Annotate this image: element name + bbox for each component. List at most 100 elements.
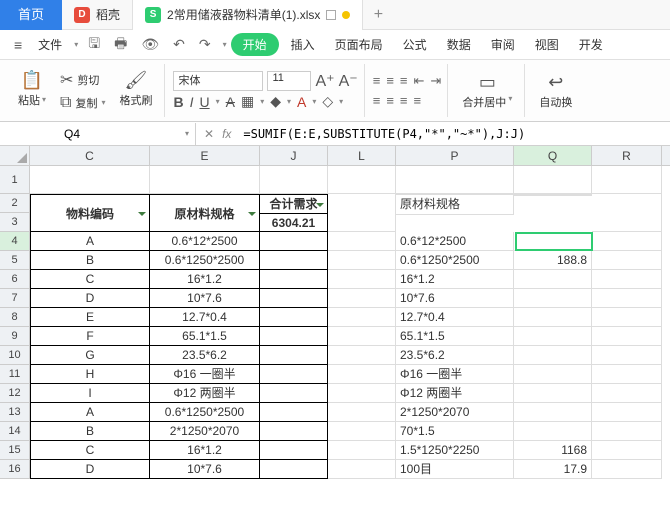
cell[interactable] <box>514 384 592 403</box>
cell[interactable] <box>328 270 396 289</box>
row-header[interactable]: 1 <box>0 166 30 194</box>
new-tab-button[interactable]: + <box>363 6 393 24</box>
cell[interactable]: 16*1.2 <box>396 270 514 289</box>
cell[interactable] <box>592 232 662 251</box>
cell[interactable]: 23.5*6.2 <box>396 346 514 365</box>
cell[interactable] <box>592 194 662 232</box>
cell[interactable] <box>514 270 592 289</box>
print-preview-icon[interactable]: 👁 <box>139 36 161 53</box>
fx-icon[interactable]: fx <box>222 127 231 141</box>
row-header[interactable]: 5 <box>0 251 30 270</box>
tab-start[interactable]: 开始 <box>231 33 279 56</box>
window-dot-icon[interactable] <box>342 11 350 19</box>
cell[interactable] <box>328 460 396 479</box>
cell[interactable]: 2*1250*2070 <box>150 422 260 441</box>
cell[interactable] <box>514 232 592 251</box>
cell[interactable]: D <box>30 289 150 308</box>
redo-icon[interactable]: ↷ <box>197 36 213 53</box>
cell[interactable] <box>30 166 150 194</box>
cell[interactable] <box>328 384 396 403</box>
cell[interactable]: 12.7*0.4 <box>150 308 260 327</box>
cell[interactable]: 2*1250*2070 <box>396 403 514 422</box>
row-header[interactable]: 12 <box>0 384 30 403</box>
cell[interactable] <box>514 308 592 327</box>
cell[interactable] <box>260 232 328 251</box>
cell[interactable]: D <box>30 460 150 479</box>
cell[interactable] <box>328 422 396 441</box>
cell[interactable]: 17.9 <box>514 460 592 479</box>
cell[interactable] <box>328 289 396 308</box>
cell[interactable] <box>260 365 328 384</box>
col-header-J[interactable]: J <box>260 146 328 165</box>
justify-icon[interactable]: ≡ <box>414 93 422 108</box>
cell[interactable] <box>514 346 592 365</box>
cell[interactable] <box>260 251 328 270</box>
cell[interactable]: 原材料规格 <box>396 195 514 215</box>
row-header[interactable]: 13 <box>0 403 30 422</box>
cell[interactable] <box>514 403 592 422</box>
cell[interactable]: 物料编码 <box>30 194 150 232</box>
file-menu-dropdown-icon[interactable]: ▾ <box>74 40 78 49</box>
cell[interactable]: Φ12 两圈半 <box>150 384 260 403</box>
cell[interactable]: I <box>30 384 150 403</box>
cell[interactable] <box>592 270 662 289</box>
increase-font-icon[interactable]: A⁺ <box>315 71 334 91</box>
cell[interactable] <box>514 195 592 196</box>
cell[interactable] <box>328 441 396 460</box>
tab-docshell[interactable]: D 稻壳 <box>62 0 133 30</box>
row-header[interactable]: 2 <box>0 194 30 213</box>
cancel-formula-icon[interactable]: ✕ <box>204 127 214 141</box>
indent-increase-icon[interactable]: ⇥ <box>430 73 441 89</box>
cell[interactable]: 0.6*12*2500 <box>396 232 514 251</box>
row-header-active[interactable]: 4 <box>0 232 30 251</box>
cell[interactable] <box>328 403 396 422</box>
cell[interactable] <box>260 308 328 327</box>
cell[interactable] <box>260 441 328 460</box>
cell[interactable] <box>260 403 328 422</box>
cell[interactable]: 原材料规格 <box>150 194 260 232</box>
font-size-select[interactable]: 11 <box>267 71 311 91</box>
cell[interactable] <box>592 460 662 479</box>
cell[interactable]: 12.7*0.4 <box>396 308 514 327</box>
cell[interactable] <box>592 365 662 384</box>
cell[interactable] <box>150 166 260 194</box>
borders-button[interactable]: ▦ <box>241 93 254 110</box>
format-painter-button[interactable]: 🖌 格式刷 <box>113 70 158 112</box>
cell[interactable]: 70*1.5 <box>396 422 514 441</box>
name-box[interactable]: ▾ <box>0 123 196 145</box>
clear-format-button[interactable]: ◇ <box>322 93 333 110</box>
cell[interactable] <box>328 251 396 270</box>
cell[interactable] <box>592 327 662 346</box>
cell[interactable]: C <box>30 441 150 460</box>
cell[interactable] <box>592 289 662 308</box>
row-header[interactable]: 9 <box>0 327 30 346</box>
font-name-select[interactable]: 宋体 <box>173 71 263 91</box>
cell[interactable]: B <box>30 422 150 441</box>
chevron-down-icon[interactable]: ▾ <box>185 129 189 138</box>
row-header[interactable]: 14 <box>0 422 30 441</box>
cell[interactable]: 0.6*1250*2500 <box>396 251 514 270</box>
cell[interactable]: 10*7.6 <box>150 460 260 479</box>
cell[interactable]: 16*1.2 <box>150 441 260 460</box>
cell[interactable] <box>260 384 328 403</box>
cell[interactable]: 16*1.2 <box>150 270 260 289</box>
cell[interactable]: A <box>30 232 150 251</box>
cell[interactable]: 0.6*1250*2500 <box>150 403 260 422</box>
row-header[interactable]: 10 <box>0 346 30 365</box>
cell[interactable]: F <box>30 327 150 346</box>
row-header[interactable]: 16 <box>0 460 30 479</box>
cell[interactable] <box>592 422 662 441</box>
col-header-E[interactable]: E <box>150 146 260 165</box>
cell[interactable]: 10*7.6 <box>150 289 260 308</box>
cell[interactable]: 0.6*1250*2500 <box>150 251 260 270</box>
cell[interactable]: H <box>30 365 150 384</box>
cell[interactable]: 100目 <box>396 460 514 479</box>
cell[interactable]: C <box>30 270 150 289</box>
cell[interactable] <box>260 422 328 441</box>
indent-decrease-icon[interactable]: ⇤ <box>414 73 425 89</box>
cell[interactable] <box>260 270 328 289</box>
bold-button[interactable]: B <box>173 94 183 110</box>
auto-wrap-button[interactable]: ↩ 自动换 <box>533 72 578 110</box>
col-header-P[interactable]: P <box>396 146 514 165</box>
cell[interactable] <box>328 327 396 346</box>
